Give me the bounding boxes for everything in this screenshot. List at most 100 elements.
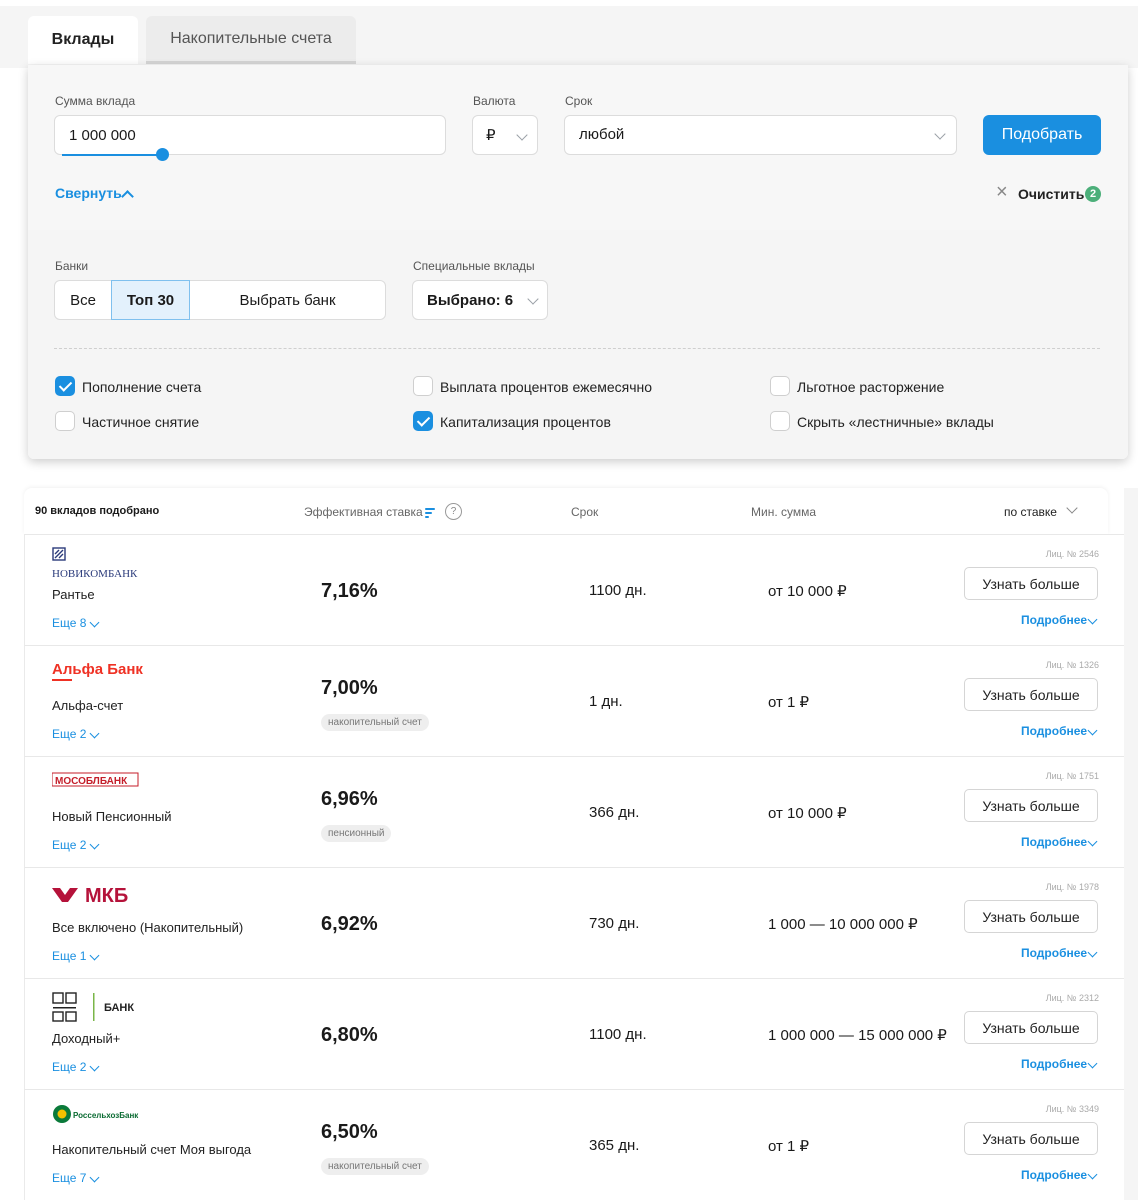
details-link[interactable]: Подробнее	[1021, 613, 1087, 627]
submit-button[interactable]: Подобрать	[983, 115, 1101, 155]
deposit-name[interactable]: Альфа-счет	[52, 698, 123, 713]
term-select[interactable]: любой	[564, 115, 957, 155]
amount-label: Сумма вклада	[55, 94, 136, 108]
learn-more-button[interactable]: Узнать больше	[964, 789, 1098, 822]
deposit-row: НОВИКОМБАНК Рантье Еще 8 7,16% 1100 дн. …	[24, 534, 1124, 645]
checkbox-monthly-interest-label: Выплата процентов ежемесячно	[440, 379, 653, 395]
chevron-down-icon	[1087, 725, 1098, 736]
chevron-down-icon	[1087, 1169, 1098, 1180]
deposit-row: БАНК Доходный+ Еще 2 6,80% 1100 дн. 1 00…	[24, 978, 1124, 1089]
checkbox-partial-withdrawal[interactable]	[55, 411, 75, 431]
banks-top30-button[interactable]: Топ 30	[111, 280, 190, 320]
sort-icon[interactable]	[425, 508, 435, 520]
details-link[interactable]: Подробнее	[1021, 1057, 1087, 1071]
checkbox-early-termination-label: Льготное расторжение	[797, 379, 945, 395]
sort-select[interactable]: по ставке	[1004, 505, 1057, 519]
learn-more-button[interactable]: Узнать больше	[964, 1122, 1098, 1155]
checkbox-early-termination[interactable]	[770, 376, 790, 396]
license-number: Лиц. № 3349	[1045, 1104, 1099, 1114]
learn-more-button[interactable]: Узнать больше	[964, 1011, 1098, 1044]
bank-logo-alfa: Альфа Банк	[52, 661, 143, 681]
collapse-link[interactable]: Свернуть	[55, 185, 122, 201]
amount-input[interactable]: 1 000 000	[54, 115, 446, 155]
currency-select[interactable]: ₽	[472, 115, 538, 155]
term-value: 730 дн.	[589, 915, 640, 932]
amount-slider-handle[interactable]	[156, 148, 169, 161]
special-label: Специальные вклады	[413, 259, 535, 273]
rate-value: 7,16%	[321, 580, 378, 602]
results-header: 90 вкладов подобрано Эффективная ставка …	[24, 488, 1108, 534]
deposit-name[interactable]: Накопительный счет Моя выгода	[52, 1142, 251, 1157]
clear-count-badge: 2	[1085, 186, 1101, 202]
bank-logo-text: МКБ	[85, 885, 128, 906]
more-deposits-link[interactable]: Еще 1	[52, 949, 86, 963]
chevron-down-icon	[89, 617, 100, 628]
special-select[interactable]: Выбрано: 6	[412, 280, 548, 320]
rate-column-header[interactable]: Эффективная ставка	[304, 505, 423, 519]
checkbox-hide-ladder[interactable]	[770, 411, 790, 431]
term-value: 1100 дн.	[589, 1026, 647, 1043]
details-link[interactable]: Подробнее	[1021, 1168, 1087, 1182]
term-value: 365 дн.	[589, 1137, 640, 1154]
deposit-name[interactable]: Рантье	[52, 587, 95, 602]
help-icon[interactable]: ?	[445, 503, 462, 520]
bank-logo-text: РоссельхозБанк	[73, 1111, 139, 1120]
deposit-name[interactable]: Все включено (Накопительный)	[52, 920, 243, 935]
term-label: Срок	[565, 94, 593, 108]
checkbox-replenish[interactable]	[55, 376, 75, 396]
chevron-down-icon	[1087, 1058, 1098, 1069]
chevron-down-icon	[934, 128, 946, 140]
deposit-name[interactable]: Доходный+	[52, 1031, 120, 1046]
chevron-down-icon	[89, 839, 100, 850]
rate-value: 6,50%	[321, 1121, 378, 1143]
tab-deposits[interactable]: Вклады	[28, 16, 138, 64]
learn-more-button[interactable]: Узнать больше	[964, 567, 1098, 600]
deposit-row: РоссельхозБанк Накопительный счет Моя вы…	[24, 1089, 1124, 1200]
banks-choose-button[interactable]: Выбрать банк	[189, 280, 386, 320]
details-link[interactable]: Подробнее	[1021, 946, 1087, 960]
bank-logo-mosoblbank: МОСОБЛБАНК	[52, 772, 139, 787]
min-amount-column-header: Мин. сумма	[751, 505, 817, 519]
deposit-tag: накопительный счет	[321, 1158, 429, 1175]
chevron-down-icon	[527, 293, 539, 305]
more-deposits-link[interactable]: Еще 7	[52, 1171, 86, 1185]
term-value: 1 дн.	[589, 693, 623, 710]
min-amount-value: 1 000 000 — 15 000 000 ₽	[768, 1027, 947, 1044]
divider	[54, 348, 1100, 349]
deposit-tag: пенсионный	[321, 825, 392, 842]
deposit-name[interactable]: Новый Пенсионный	[52, 809, 171, 824]
currency-value: ₽	[486, 127, 496, 144]
chevron-down-icon	[89, 950, 100, 961]
checkbox-replenish-label: Пополнение счета	[82, 379, 202, 395]
details-link[interactable]: Подробнее	[1021, 835, 1087, 849]
amount-slider-track[interactable]	[62, 154, 163, 156]
checkbox-capitalization[interactable]	[413, 411, 433, 431]
learn-more-button[interactable]: Узнать больше	[964, 900, 1098, 933]
special-value: Выбрано: 6	[427, 292, 514, 309]
more-deposits-link[interactable]: Еще 8	[52, 616, 86, 630]
bank-logo-domrf: БАНК	[52, 992, 134, 1022]
more-deposits-link[interactable]: Еще 2	[52, 838, 86, 852]
min-amount-value: от 1 ₽	[768, 1138, 810, 1155]
chevron-up-icon	[121, 190, 134, 203]
term-column-header: Срок	[571, 505, 599, 519]
deposit-row: МКБ Все включено (Накопительный) Еще 1 6…	[24, 867, 1124, 978]
checkbox-monthly-interest[interactable]	[413, 376, 433, 396]
chevron-down-icon	[1087, 947, 1098, 958]
chevron-down-icon	[1087, 614, 1098, 625]
chevron-down-icon	[1066, 502, 1078, 514]
bank-logo-text: МОСОБЛБАНК	[55, 776, 128, 787]
more-deposits-link[interactable]: Еще 2	[52, 727, 86, 741]
tab-savings-accounts[interactable]: Накопительные счета	[146, 16, 356, 64]
learn-more-button[interactable]: Узнать больше	[964, 678, 1098, 711]
bank-logo-novikombank: НОВИКОМБАНК	[52, 547, 138, 580]
clear-button[interactable]: Очистить	[1018, 186, 1084, 202]
banks-all-button[interactable]: Все	[54, 280, 112, 320]
details-link[interactable]: Подробнее	[1021, 724, 1087, 738]
deposit-tag: накопительный счет	[321, 714, 429, 731]
chevron-down-icon	[89, 1172, 100, 1183]
more-deposits-link[interactable]: Еще 2	[52, 1060, 86, 1074]
close-icon[interactable]: ×	[996, 182, 1008, 202]
bank-logo-text: НОВИКОМБАНК	[52, 568, 138, 580]
rate-value: 6,80%	[321, 1024, 378, 1046]
